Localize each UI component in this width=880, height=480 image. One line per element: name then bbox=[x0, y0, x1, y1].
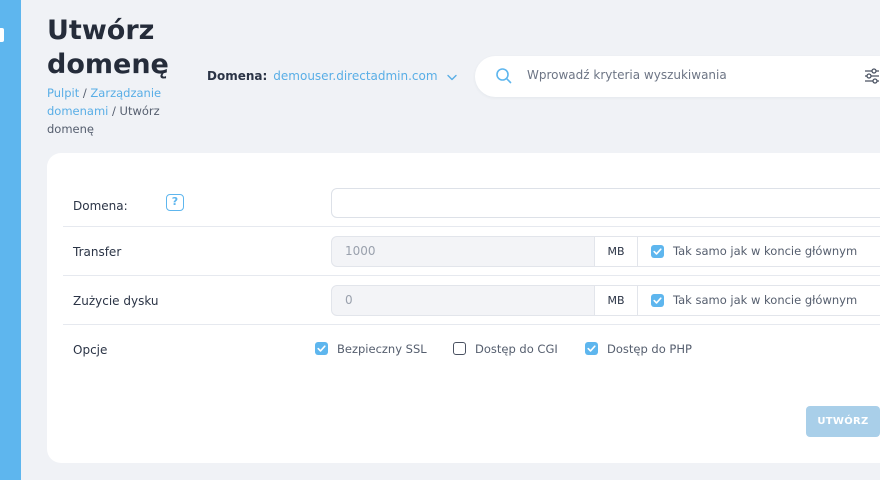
breadcrumb-separator: / bbox=[79, 86, 91, 100]
chevron-down-icon[interactable] bbox=[447, 69, 458, 85]
options-label: Opcje bbox=[73, 343, 108, 357]
form-row-domain: Domena: ? bbox=[63, 153, 880, 227]
help-icon[interactable]: ? bbox=[166, 194, 184, 211]
disk-same-checkbox[interactable] bbox=[651, 294, 664, 307]
domain-selector-label: Domena: bbox=[207, 69, 268, 83]
search-bar[interactable]: Wprowadź kryteria wyszukiwania bbox=[475, 56, 880, 97]
option-ssl[interactable]: Bezpieczny SSL bbox=[315, 342, 427, 356]
disk-unit: MB bbox=[594, 285, 638, 316]
ssl-label: Bezpieczny SSL bbox=[337, 342, 427, 356]
transfer-same-checkbox[interactable] bbox=[651, 245, 664, 258]
option-cgi[interactable]: Dostęp do CGI bbox=[453, 342, 558, 356]
domain-selector[interactable]: Domena: demouser.directadmin.com bbox=[207, 68, 458, 85]
form-row-disk: Zużycie dysku 0 MB Tak samo jak w koncie… bbox=[63, 276, 880, 325]
breadcrumb-separator: / bbox=[108, 104, 120, 118]
domain-label: Domena: bbox=[73, 199, 128, 213]
domain-input[interactable] bbox=[331, 188, 880, 218]
sidebar-collapse-handle[interactable] bbox=[0, 28, 4, 42]
disk-same-as-main[interactable]: Tak samo jak w koncie głównym bbox=[637, 285, 880, 316]
create-button[interactable]: UTWÓRZ bbox=[806, 406, 880, 437]
disk-group: 0 MB Tak samo jak w koncie głównym bbox=[331, 285, 880, 316]
sidebar bbox=[0, 0, 21, 480]
php-label: Dostęp do PHP bbox=[607, 342, 692, 356]
search-icon bbox=[495, 67, 513, 89]
cgi-checkbox[interactable] bbox=[453, 342, 466, 355]
search-input[interactable]: Wprowadź kryteria wyszukiwania bbox=[527, 68, 727, 82]
disk-input[interactable]: 0 bbox=[331, 285, 595, 316]
create-domain-form: Domena: ? Transfer 1000 MB Tak samo jak … bbox=[47, 153, 880, 463]
ssl-checkbox[interactable] bbox=[315, 342, 328, 355]
domain-selector-value[interactable]: demouser.directadmin.com bbox=[273, 69, 437, 83]
transfer-label: Transfer bbox=[73, 245, 122, 259]
cgi-label: Dostęp do CGI bbox=[475, 342, 558, 356]
php-checkbox[interactable] bbox=[585, 342, 598, 355]
transfer-input[interactable]: 1000 bbox=[331, 236, 595, 267]
transfer-same-label: Tak samo jak w koncie głównym bbox=[673, 244, 858, 258]
page-title: Utwórz domenę bbox=[47, 15, 169, 80]
breadcrumb: Pulpit / Zarządzanie domenami / Utwórz d… bbox=[47, 84, 187, 138]
filter-sliders-icon[interactable] bbox=[863, 67, 880, 89]
disk-same-label: Tak samo jak w koncie głównym bbox=[673, 293, 858, 307]
form-row-transfer: Transfer 1000 MB Tak samo jak w koncie g… bbox=[63, 227, 880, 276]
transfer-group: 1000 MB Tak samo jak w koncie głównym bbox=[331, 236, 880, 267]
breadcrumb-home-link[interactable]: Pulpit bbox=[47, 86, 79, 100]
transfer-same-as-main[interactable]: Tak samo jak w koncie głównym bbox=[637, 236, 880, 267]
disk-label: Zużycie dysku bbox=[73, 294, 159, 308]
transfer-unit: MB bbox=[594, 236, 638, 267]
option-php[interactable]: Dostęp do PHP bbox=[585, 342, 692, 356]
